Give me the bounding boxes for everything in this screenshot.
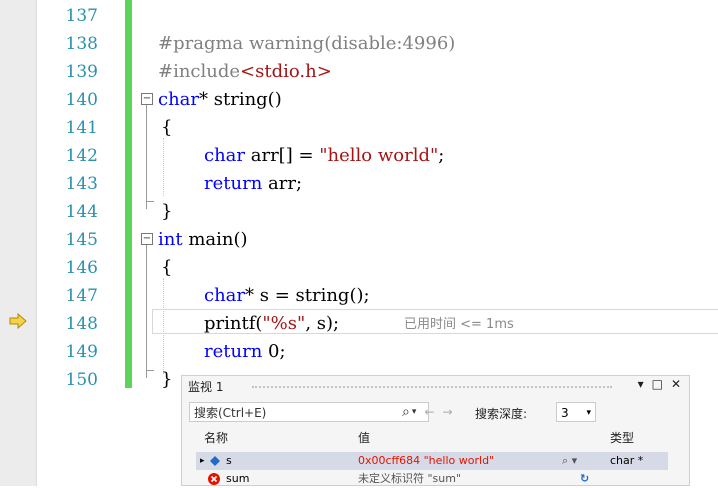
column-header-name[interactable]: 名称 bbox=[204, 428, 228, 448]
fold-guide bbox=[146, 105, 147, 209]
watch-window-title: 监视 1 bbox=[188, 380, 224, 394]
keyword: return bbox=[204, 173, 263, 194]
column-header-value[interactable]: 值 bbox=[358, 428, 370, 448]
search-icon[interactable]: ⌕ bbox=[402, 404, 410, 420]
maximize-icon[interactable]: □ bbox=[652, 377, 663, 391]
code-line-144[interactable]: } bbox=[161, 201, 172, 222]
code-line-143[interactable]: return arr; bbox=[204, 173, 302, 194]
keyword: return bbox=[204, 341, 263, 362]
code-line-148[interactable]: printf("%s", s); bbox=[204, 313, 339, 334]
search-previous-icon[interactable]: ← bbox=[424, 405, 434, 419]
line-number: 149 bbox=[65, 342, 98, 362]
code-line-138[interactable]: #pragma warning(disable:4996) bbox=[158, 33, 455, 54]
window-menu-dropdown-icon[interactable]: ▾ bbox=[638, 377, 644, 391]
keyword: char bbox=[204, 285, 246, 306]
watch-item-name: sum bbox=[226, 472, 250, 485]
code-line-140[interactable]: char* string() bbox=[158, 89, 282, 110]
indent-guide bbox=[163, 138, 164, 196]
code-text: 0; bbox=[262, 341, 286, 362]
code-line-149[interactable]: return 0; bbox=[204, 341, 286, 362]
line-number: 144 bbox=[65, 202, 98, 222]
current-statement-arrow-icon bbox=[9, 313, 27, 329]
code-line-142[interactable]: char arr[] = "hello world"; bbox=[204, 145, 444, 166]
watch-item-value: 0x00cff684 "hello world" bbox=[358, 454, 495, 467]
watch-search-input[interactable]: 搜索(Ctrl+E) bbox=[189, 402, 429, 422]
search-toolbar: ⌕ ▾ ← → bbox=[402, 404, 453, 420]
code-text: arr[] = bbox=[245, 145, 320, 166]
error-icon bbox=[208, 473, 220, 485]
string-literal: "%s" bbox=[262, 313, 306, 334]
editor-gutter[interactable] bbox=[0, 0, 37, 486]
window-controls: ▾ □ ✕ bbox=[638, 377, 681, 391]
preprocessor-directive: #include bbox=[158, 61, 241, 82]
code-text: , s); bbox=[305, 313, 340, 334]
line-number: 138 bbox=[65, 34, 98, 54]
include-path: <stdio.h> bbox=[240, 61, 332, 82]
keyword: char bbox=[204, 145, 246, 166]
line-number: 148 bbox=[65, 314, 98, 334]
code-line-146[interactable]: { bbox=[161, 257, 172, 278]
line-number: 143 bbox=[65, 174, 98, 194]
line-number: 146 bbox=[65, 258, 98, 278]
elapsed-time-hint: 已用时间 <= 1ms bbox=[404, 317, 514, 332]
code-line-145[interactable]: int main() bbox=[158, 229, 248, 250]
table-row[interactable]: ▸ s 0x00cff684 "hello world" ⌕ ▾ char * bbox=[196, 452, 668, 470]
visualizer-search-icon[interactable]: ⌕ ▾ bbox=[562, 452, 577, 470]
line-number: 145 bbox=[65, 230, 98, 250]
title-drag-grip[interactable] bbox=[252, 386, 612, 388]
code-text: * s = string(); bbox=[245, 285, 370, 306]
code-text: printf( bbox=[204, 313, 263, 334]
column-header-type[interactable]: 类型 bbox=[610, 428, 634, 448]
code-text: arr; bbox=[262, 173, 303, 194]
change-tracking-bar bbox=[125, 0, 132, 388]
search-depth-select[interactable]: 3 ▾ bbox=[556, 402, 596, 422]
line-number: 137 bbox=[65, 6, 98, 26]
watch-item-value: 未定义标识符 "sum" bbox=[358, 472, 462, 485]
keyword: int bbox=[158, 229, 183, 250]
watch-item-name: s bbox=[226, 454, 232, 467]
string-literal: "hello world" bbox=[319, 145, 439, 166]
fold-collapse-icon[interactable]: − bbox=[141, 93, 153, 105]
fold-collapse-icon[interactable]: − bbox=[141, 233, 153, 245]
fold-guide-end bbox=[146, 201, 154, 202]
close-icon[interactable]: ✕ bbox=[671, 377, 681, 391]
code-line-150[interactable]: } bbox=[161, 369, 172, 390]
watch-window: 监视 1 ▾ □ ✕ 搜索(Ctrl+E) ⌕ ▾ ← → 搜索深度: 3 ▾ … bbox=[181, 375, 690, 486]
keyword: char bbox=[158, 89, 200, 110]
line-number: 142 bbox=[65, 146, 98, 166]
fold-guide bbox=[146, 245, 147, 378]
code-text: main() bbox=[182, 229, 248, 250]
line-number: 140 bbox=[65, 90, 98, 110]
line-number: 150 bbox=[65, 370, 98, 390]
code-line-147[interactable]: char* s = string(); bbox=[204, 285, 370, 306]
chevron-down-icon: ▾ bbox=[586, 408, 591, 418]
search-depth-value: 3 bbox=[561, 406, 569, 420]
expand-arrow-icon[interactable]: ▸ bbox=[200, 452, 205, 470]
line-number: 141 bbox=[65, 118, 98, 138]
line-number: 147 bbox=[65, 286, 98, 306]
table-row[interactable]: sum 未定义标识符 "sum" ↻ bbox=[196, 470, 668, 488]
search-next-icon[interactable]: → bbox=[442, 405, 452, 419]
code-line-141[interactable]: { bbox=[161, 117, 172, 138]
code-text: ; bbox=[438, 145, 445, 166]
code-text: * string() bbox=[199, 89, 282, 110]
search-depth-label: 搜索深度: bbox=[475, 407, 528, 421]
watch-item-type: char * bbox=[610, 454, 644, 467]
fold-guide-end bbox=[146, 370, 154, 371]
variable-icon bbox=[210, 456, 220, 466]
code-line-139[interactable]: #include<stdio.h> bbox=[158, 61, 332, 82]
search-options-dropdown-icon[interactable]: ▾ bbox=[412, 407, 417, 417]
refresh-icon[interactable]: ↻ bbox=[580, 470, 589, 488]
line-number: 139 bbox=[65, 62, 98, 82]
